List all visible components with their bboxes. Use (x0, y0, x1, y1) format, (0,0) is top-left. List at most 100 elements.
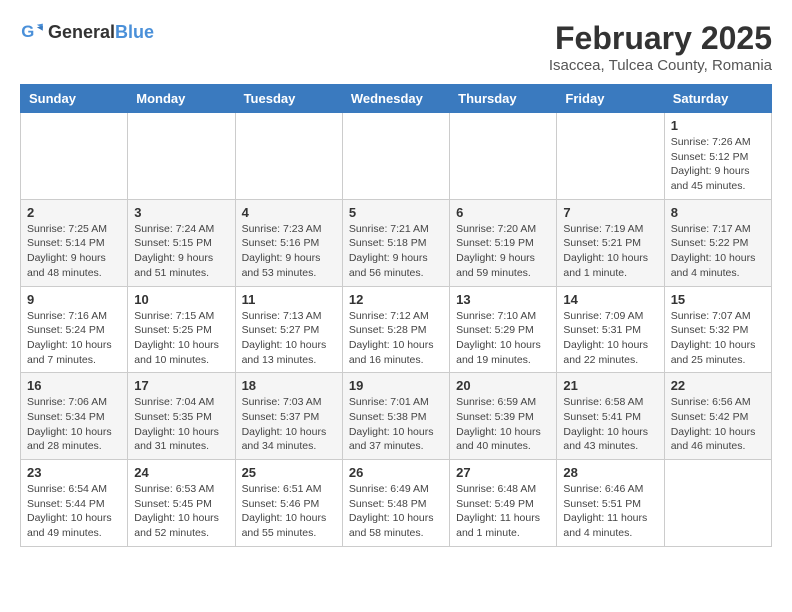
day-number: 20 (456, 378, 550, 393)
day-info: Sunrise: 7:01 AM Sunset: 5:38 PM Dayligh… (349, 395, 443, 454)
weekday-header-wednesday: Wednesday (342, 85, 449, 113)
day-number: 18 (242, 378, 336, 393)
calendar-cell (450, 113, 557, 200)
day-info: Sunrise: 7:16 AM Sunset: 5:24 PM Dayligh… (27, 309, 121, 368)
day-number: 2 (27, 205, 121, 220)
calendar-cell (557, 113, 664, 200)
calendar-cell: 20Sunrise: 6:59 AM Sunset: 5:39 PM Dayli… (450, 373, 557, 460)
day-info: Sunrise: 7:20 AM Sunset: 5:19 PM Dayligh… (456, 222, 550, 281)
day-number: 25 (242, 465, 336, 480)
day-info: Sunrise: 7:09 AM Sunset: 5:31 PM Dayligh… (563, 309, 657, 368)
day-info: Sunrise: 7:25 AM Sunset: 5:14 PM Dayligh… (27, 222, 121, 281)
day-number: 4 (242, 205, 336, 220)
subtitle: Isaccea, Tulcea County, Romania (549, 57, 772, 74)
day-number: 1 (671, 118, 765, 133)
day-number: 14 (563, 292, 657, 307)
day-info: Sunrise: 7:10 AM Sunset: 5:29 PM Dayligh… (456, 309, 550, 368)
calendar-cell: 1 Sunrise: 7:26 AM Sunset: 5:12 PM Daylig… (664, 113, 771, 200)
day-info: Sunrise: 7:17 AM Sunset: 5:22 PM Dayligh… (671, 222, 765, 281)
day-info: Sunrise: 6:49 AM Sunset: 5:48 PM Dayligh… (349, 482, 443, 541)
weekday-header-thursday: Thursday (450, 85, 557, 113)
day-info: Sunrise: 6:54 AM Sunset: 5:44 PM Dayligh… (27, 482, 121, 541)
weekday-header-monday: Monday (128, 85, 235, 113)
calendar-cell: 23 Sunrise: 6:54 AM Sunset: 5:44 PM Dayli… (21, 460, 128, 547)
logo: G GeneralBlue (20, 20, 154, 44)
weekday-header-tuesday: Tuesday (235, 85, 342, 113)
day-number: 21 (563, 378, 657, 393)
calendar-cell: 27Sunrise: 6:48 AM Sunset: 5:49 PM Dayli… (450, 460, 557, 547)
calendar-cell: 8Sunrise: 7:17 AM Sunset: 5:22 PM Daylig… (664, 199, 771, 286)
calendar-cell: 17 Sunrise: 7:04 AM Sunset: 5:35 PM Dayli… (128, 373, 235, 460)
calendar-cell: 12Sunrise: 7:12 AM Sunset: 5:28 PM Dayli… (342, 286, 449, 373)
day-number: 12 (349, 292, 443, 307)
day-number: 11 (242, 292, 336, 307)
logo-blue: Blue (115, 22, 154, 42)
day-info: Sunrise: 7:23 AM Sunset: 5:16 PM Dayligh… (242, 222, 336, 281)
day-info: Sunrise: 7:13 AM Sunset: 5:27 PM Dayligh… (242, 309, 336, 368)
day-info: Sunrise: 6:46 AM Sunset: 5:51 PM Dayligh… (563, 482, 657, 541)
day-number: 6 (456, 205, 550, 220)
week-row-1: 1 Sunrise: 7:26 AM Sunset: 5:12 PM Daylig… (21, 113, 772, 200)
calendar-cell: 6 Sunrise: 7:20 AM Sunset: 5:19 PM Daylig… (450, 199, 557, 286)
logo-text: GeneralBlue (48, 22, 154, 43)
calendar-cell: 3 Sunrise: 7:24 AM Sunset: 5:15 PM Daylig… (128, 199, 235, 286)
day-info: Sunrise: 7:19 AM Sunset: 5:21 PM Dayligh… (563, 222, 657, 281)
calendar-cell (128, 113, 235, 200)
logo-icon: G (20, 20, 44, 44)
day-info: Sunrise: 7:26 AM Sunset: 5:12 PM Dayligh… (671, 135, 765, 194)
calendar-cell: 25 Sunrise: 6:51 AM Sunset: 5:46 PM Dayli… (235, 460, 342, 547)
day-info: Sunrise: 6:48 AM Sunset: 5:49 PM Dayligh… (456, 482, 550, 541)
day-number: 28 (563, 465, 657, 480)
day-info: Sunrise: 6:51 AM Sunset: 5:46 PM Dayligh… (242, 482, 336, 541)
day-info: Sunrise: 7:24 AM Sunset: 5:15 PM Dayligh… (134, 222, 228, 281)
day-number: 15 (671, 292, 765, 307)
day-info: Sunrise: 7:07 AM Sunset: 5:32 PM Dayligh… (671, 309, 765, 368)
calendar-cell: 7Sunrise: 7:19 AM Sunset: 5:21 PM Daylig… (557, 199, 664, 286)
calendar-cell: 26 Sunrise: 6:49 AM Sunset: 5:48 PM Dayli… (342, 460, 449, 547)
day-number: 3 (134, 205, 228, 220)
day-number: 26 (349, 465, 443, 480)
day-info: Sunrise: 6:58 AM Sunset: 5:41 PM Dayligh… (563, 395, 657, 454)
calendar-cell: 22 Sunrise: 6:56 AM Sunset: 5:42 PM Dayli… (664, 373, 771, 460)
day-number: 22 (671, 378, 765, 393)
calendar-cell: 4 Sunrise: 7:23 AM Sunset: 5:16 PM Daylig… (235, 199, 342, 286)
day-number: 17 (134, 378, 228, 393)
day-info: Sunrise: 7:04 AM Sunset: 5:35 PM Dayligh… (134, 395, 228, 454)
calendar-cell: 16 Sunrise: 7:06 AM Sunset: 5:34 PM Dayli… (21, 373, 128, 460)
day-info: Sunrise: 6:53 AM Sunset: 5:45 PM Dayligh… (134, 482, 228, 541)
calendar-cell: 28 Sunrise: 6:46 AM Sunset: 5:51 PM Dayli… (557, 460, 664, 547)
calendar-cell: 10 Sunrise: 7:15 AM Sunset: 5:25 PM Dayli… (128, 286, 235, 373)
calendar-cell: 21 Sunrise: 6:58 AM Sunset: 5:41 PM Dayli… (557, 373, 664, 460)
calendar-cell: 18Sunrise: 7:03 AM Sunset: 5:37 PM Dayli… (235, 373, 342, 460)
calendar-cell (664, 460, 771, 547)
day-info: Sunrise: 7:15 AM Sunset: 5:25 PM Dayligh… (134, 309, 228, 368)
calendar-cell: 9Sunrise: 7:16 AM Sunset: 5:24 PM Daylig… (21, 286, 128, 373)
svg-text:G: G (21, 22, 34, 41)
week-row-2: 2 Sunrise: 7:25 AM Sunset: 5:14 PM Daylig… (21, 199, 772, 286)
weekday-header-sunday: Sunday (21, 85, 128, 113)
day-info: Sunrise: 7:21 AM Sunset: 5:18 PM Dayligh… (349, 222, 443, 281)
week-row-4: 16 Sunrise: 7:06 AM Sunset: 5:34 PM Dayli… (21, 373, 772, 460)
calendar-cell: 11 Sunrise: 7:13 AM Sunset: 5:27 PM Dayli… (235, 286, 342, 373)
calendar-cell: 5 Sunrise: 7:21 AM Sunset: 5:18 PM Daylig… (342, 199, 449, 286)
day-number: 13 (456, 292, 550, 307)
day-number: 23 (27, 465, 121, 480)
weekday-header-saturday: Saturday (664, 85, 771, 113)
calendar-cell: 15 Sunrise: 7:07 AM Sunset: 5:32 PM Dayli… (664, 286, 771, 373)
calendar-cell (21, 113, 128, 200)
logo-general: General (48, 22, 115, 42)
day-number: 16 (27, 378, 121, 393)
calendar-table: SundayMondayTuesdayWednesdayThursdayFrid… (20, 84, 772, 547)
day-number: 10 (134, 292, 228, 307)
day-info: Sunrise: 6:56 AM Sunset: 5:42 PM Dayligh… (671, 395, 765, 454)
calendar-cell: 2 Sunrise: 7:25 AM Sunset: 5:14 PM Daylig… (21, 199, 128, 286)
day-info: Sunrise: 7:06 AM Sunset: 5:34 PM Dayligh… (27, 395, 121, 454)
day-number: 5 (349, 205, 443, 220)
page-header: G GeneralBlue February 2025 Isaccea, Tul… (20, 20, 772, 74)
day-number: 24 (134, 465, 228, 480)
calendar-cell (342, 113, 449, 200)
calendar-cell (235, 113, 342, 200)
title-area: February 2025 Isaccea, Tulcea County, Ro… (549, 20, 772, 74)
week-row-3: 9Sunrise: 7:16 AM Sunset: 5:24 PM Daylig… (21, 286, 772, 373)
day-number: 19 (349, 378, 443, 393)
